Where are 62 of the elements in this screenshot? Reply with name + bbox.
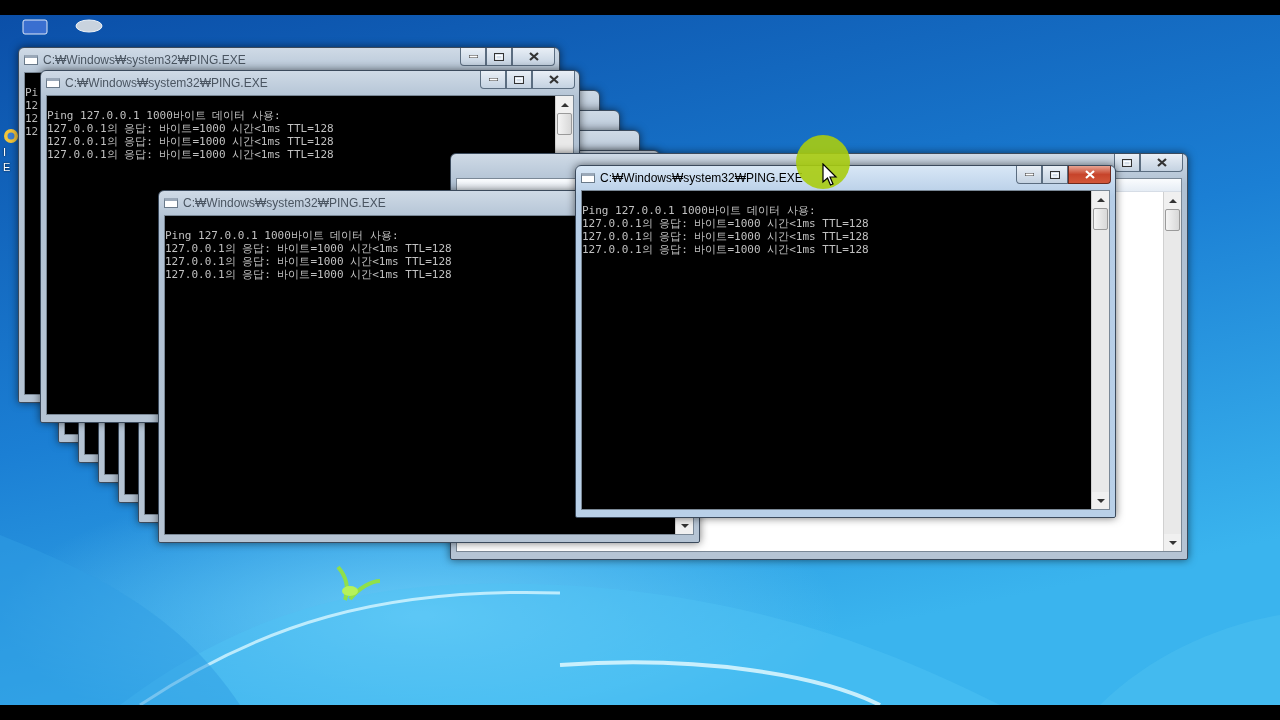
close-icon — [1156, 158, 1167, 167]
console-line: 127.0.0.1의 응답: 바이트=1000 시간<1ms TTL=128 — [47, 135, 334, 148]
console-line: Ping 127.0.0.1 1000바이트 데이터 사용: — [47, 109, 281, 122]
scroll-up-button[interactable] — [1092, 191, 1109, 208]
scroll-up-button[interactable] — [556, 96, 573, 113]
console-icon — [581, 173, 595, 183]
console-line: 127.0.0.1의 응답: 바이트=1000 시간<1ms TTL=128 — [165, 242, 452, 255]
console-line: Pi — [25, 86, 39, 99]
maximize-icon — [1122, 158, 1132, 167]
minimize-icon — [468, 55, 478, 58]
scroll-down-button[interactable] — [1092, 492, 1109, 509]
close-button[interactable] — [1068, 166, 1111, 184]
minimize-button[interactable] — [460, 48, 486, 66]
window-title: C:₩Windows₩system32₩PING.EXE — [600, 171, 803, 185]
window-title: C:₩Windows₩system32₩PING.EXE — [43, 53, 246, 67]
console-icon — [24, 55, 38, 65]
close-icon — [548, 75, 559, 84]
desktop-icon-label: I — [3, 146, 7, 159]
maximize-icon — [514, 75, 524, 84]
console-line: 127.0.0.1의 응답: 바이트=1000 시간<1ms TTL=128 — [582, 217, 869, 230]
window-title: C:₩Windows₩system32₩PING.EXE — [65, 76, 268, 90]
pointer-icon — [822, 163, 838, 187]
console-line: 12 — [25, 99, 39, 112]
console-line: 12 — [25, 112, 39, 125]
console-line: 127.0.0.1의 응답: 바이트=1000 시간<1ms TTL=128 — [582, 243, 869, 256]
console-icon — [164, 198, 178, 208]
scroll-up-button[interactable] — [1164, 192, 1181, 209]
close-button[interactable] — [532, 71, 575, 89]
console-icon — [46, 78, 60, 88]
desktop-icon[interactable] — [3, 128, 19, 144]
close-icon — [528, 52, 539, 61]
scrollbar[interactable] — [1163, 192, 1181, 551]
console-line: Ping 127.0.0.1 1000바이트 데이터 사용: — [165, 229, 399, 242]
desktop-icon[interactable] — [22, 18, 48, 36]
maximize-button[interactable] — [486, 48, 512, 66]
close-button[interactable] — [512, 48, 555, 66]
maximize-icon — [494, 52, 504, 61]
maximize-button[interactable] — [1114, 154, 1140, 172]
console-line: 12 — [25, 125, 39, 138]
scrollbar-thumb[interactable] — [557, 113, 572, 135]
console-line: 127.0.0.1의 응답: 바이트=1000 시간<1ms TTL=128 — [47, 148, 334, 161]
minimize-button[interactable] — [1016, 166, 1042, 184]
console-line: 127.0.0.1의 응답: 바이트=1000 시간<1ms TTL=128 — [165, 268, 452, 281]
minimize-icon — [488, 78, 498, 81]
scrollbar[interactable] — [1091, 191, 1109, 509]
maximize-icon — [1050, 170, 1060, 179]
close-button[interactable] — [1140, 154, 1183, 172]
maximize-button[interactable] — [1042, 166, 1068, 184]
console-line: 127.0.0.1의 응답: 바이트=1000 시간<1ms TTL=128 — [47, 122, 334, 135]
minimize-button[interactable] — [480, 71, 506, 89]
scroll-down-button[interactable] — [1164, 534, 1181, 551]
window-title: C:₩Windows₩system32₩PING.EXE — [183, 196, 386, 210]
maximize-button[interactable] — [506, 71, 532, 89]
scrollbar-thumb[interactable] — [1165, 209, 1180, 231]
console-line: 127.0.0.1의 응답: 바이트=1000 시간<1ms TTL=128 — [582, 230, 869, 243]
desktop-icon-label: E — [3, 161, 11, 174]
desktop-icon[interactable] — [74, 18, 104, 34]
minimize-icon — [1024, 173, 1034, 176]
console-line: 127.0.0.1의 응답: 바이트=1000 시간<1ms TTL=128 — [165, 255, 452, 268]
close-icon — [1084, 170, 1095, 179]
console-line: Ping 127.0.0.1 1000바이트 데이터 사용: — [582, 204, 816, 217]
scrollbar-thumb[interactable] — [1093, 208, 1108, 230]
